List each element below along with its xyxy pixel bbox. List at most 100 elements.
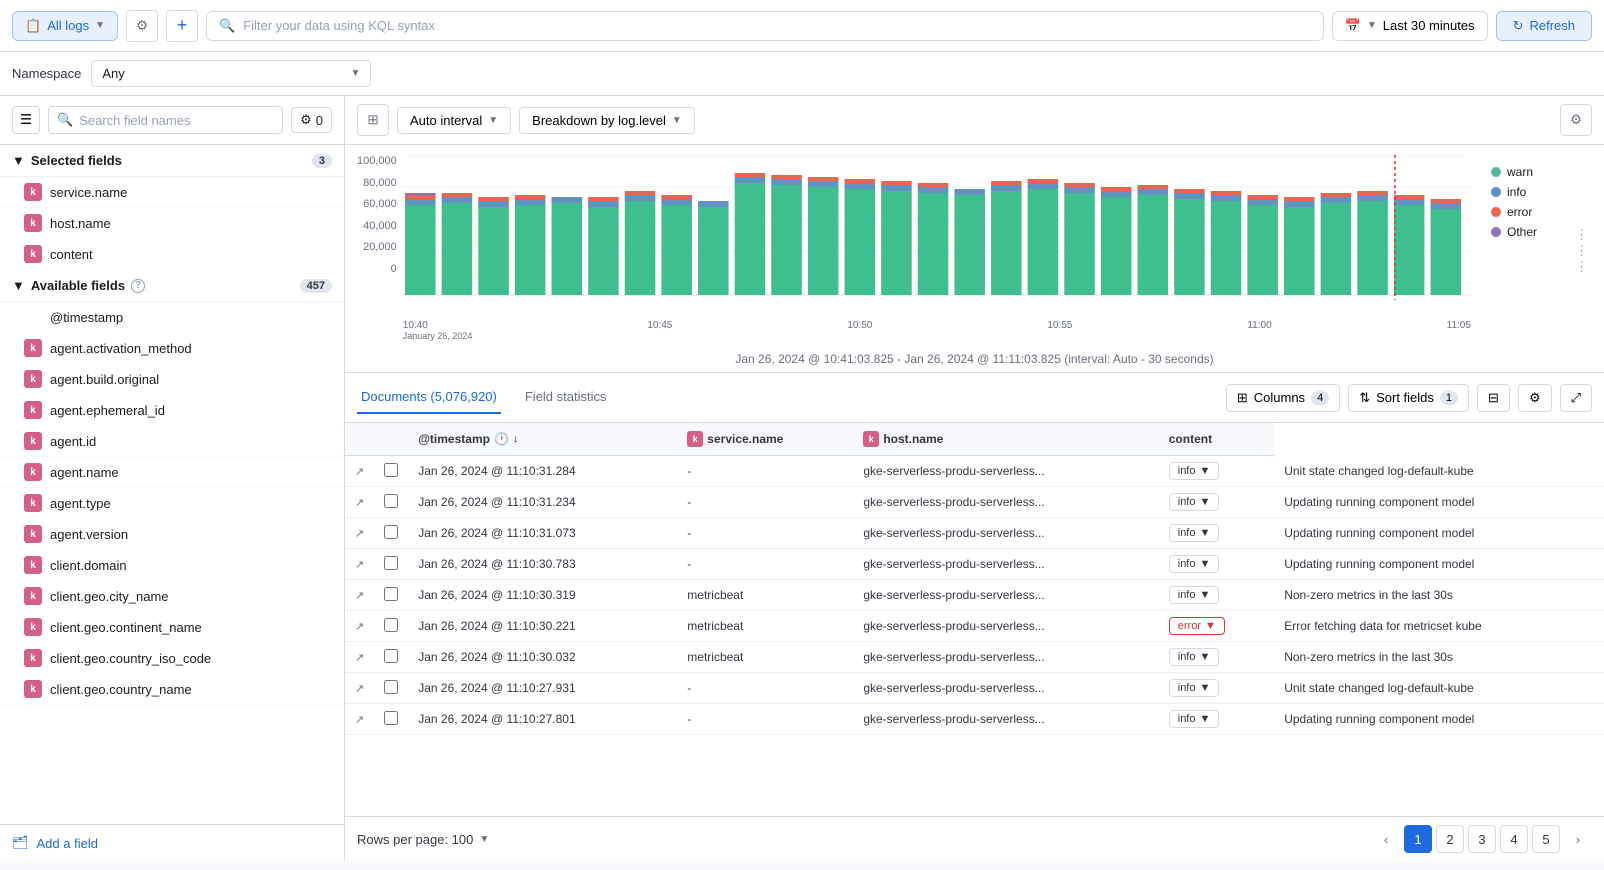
page-5-button[interactable]: 5 [1532,825,1560,853]
row-checkbox[interactable] [384,494,398,508]
available-field-item[interactable]: kclient.geo.city_name [0,581,344,612]
search-field-placeholder: Search field names [79,113,190,128]
sidebar-toggle-button[interactable]: ☰ [12,106,40,134]
table-footer: Rows per page: 100 ▼ ‹ 1 2 3 4 5 › [345,816,1604,861]
selected-field-item[interactable]: kservice.name [0,177,344,208]
available-field-item[interactable]: kclient.domain [0,550,344,581]
field-name: agent.id [50,434,96,449]
log-level-badge[interactable]: info ▼ [1169,493,1220,511]
auto-interval-button[interactable]: Auto interval ▼ [397,107,511,134]
available-field-item[interactable]: 🗓@timestamp [0,302,344,333]
cell-timestamp: Jan 26, 2024 @ 11:10:27.931 [408,673,677,704]
main-layout: ☰ 🔍 Search field names ⚙ 0 ▼ Selected fi… [0,96,1604,861]
row-checkbox[interactable] [384,587,398,601]
expand-icon[interactable]: ↗ [355,497,364,509]
log-level-badge[interactable]: error ▼ [1169,617,1225,635]
row-checkbox[interactable] [384,463,398,477]
keyword-icon: k [24,680,42,698]
time-range-button[interactable]: 📅 ▼ Last 30 minutes [1332,11,1488,41]
cell-host-name: gke-serverless-produ-serverless... [853,611,1158,642]
prev-page-button[interactable]: ‹ [1372,825,1400,853]
breakdown-button[interactable]: Breakdown by log.level ▼ [519,107,695,134]
cell-host-name: gke-serverless-produ-serverless... [853,704,1158,735]
sort-fields-button[interactable]: ⇅ Sort fields 1 [1348,384,1469,412]
th-host-name[interactable]: k host.name [853,423,1158,456]
row-checkbox[interactable] [384,711,398,725]
chart-settings-button[interactable]: ⚙ [1560,104,1592,136]
columns-button[interactable]: ⊞ Columns 4 [1226,384,1340,412]
row-checkbox[interactable] [384,556,398,570]
expand-icon[interactable]: ↗ [355,466,364,478]
expand-icon[interactable]: ↗ [355,714,364,726]
available-fields-section-header[interactable]: ▼ Available fields ? 457 [0,270,344,302]
cell-service-name: - [677,487,853,518]
page-1-button[interactable]: 1 [1404,825,1432,853]
log-level-badge[interactable]: info ▼ [1169,679,1220,697]
available-field-item[interactable]: kclient.geo.continent_name [0,612,344,643]
chart-layout-button[interactable]: ⊞ [357,104,389,136]
selected-fields-section-header[interactable]: ▼ Selected fields 3 [0,145,344,177]
cell-timestamp: Jan 26, 2024 @ 11:10:30.221 [408,611,677,642]
tab-documents[interactable]: Documents (5,076,920) [357,381,501,414]
expand-icon[interactable]: ↗ [355,528,364,540]
rows-per-page-selector[interactable]: Rows per page: 100 ▼ [357,832,489,847]
page-3-button[interactable]: 3 [1468,825,1496,853]
table-row: ↗Jan 26, 2024 @ 11:10:31.073-gke-serverl… [345,518,1604,549]
row-checkbox[interactable] [384,680,398,694]
badge-chevron-icon: ▼ [1200,465,1211,477]
filter-count-button[interactable]: ⚙ 0 [291,107,332,133]
log-level-badge[interactable]: info ▼ [1169,648,1220,666]
available-field-item[interactable]: kclient.geo.country_iso_code [0,643,344,674]
expand-icon[interactable]: ↗ [355,559,364,571]
expand-icon[interactable]: ↗ [355,683,364,695]
clock-icon: 🕐 [494,432,509,446]
cell-log-level: info ▼ [1159,518,1274,549]
row-checkbox[interactable] [384,525,398,539]
add-field-button[interactable]: 🗂 Add a field [0,824,344,861]
log-level-badge[interactable]: info ▼ [1169,586,1220,604]
log-level-badge[interactable]: info ▼ [1169,462,1220,480]
row-checkbox[interactable] [384,618,398,632]
expand-icon[interactable]: ↗ [355,590,364,602]
selected-field-item[interactable]: kcontent [0,239,344,270]
available-field-item[interactable]: kagent.type [0,488,344,519]
expand-icon[interactable]: ↗ [355,652,364,664]
th-service-name[interactable]: k service.name [677,423,853,456]
refresh-button[interactable]: ↻ Refresh [1496,11,1592,41]
available-field-item[interactable]: kagent.ephemeral_id [0,395,344,426]
available-field-item[interactable]: kclient.geo.country_name [0,674,344,705]
settings-button[interactable]: ⚙ [1518,384,1552,412]
fullscreen-button[interactable]: ⤢ [1560,384,1592,412]
log-level-badge[interactable]: info ▼ [1169,524,1220,542]
cell-service-name: metricbeat [677,580,853,611]
cell-host-name: gke-serverless-produ-serverless... [853,580,1158,611]
tab-field-statistics[interactable]: Field statistics [521,381,611,414]
add-button[interactable]: + [166,10,198,42]
table-row: ↗Jan 26, 2024 @ 11:10:30.783-gke-serverl… [345,549,1604,580]
keyword-icon: k [24,339,42,357]
search-field-input[interactable]: 🔍 Search field names [48,106,283,134]
grid-view-button[interactable]: ⊟ [1477,384,1510,412]
filter-button[interactable]: ⚙ [126,10,158,42]
available-field-item[interactable]: kagent.name [0,457,344,488]
page-4-button[interactable]: 4 [1500,825,1528,853]
cell-content: Updating running component model [1274,549,1604,580]
kql-search-box[interactable]: 🔍 Filter your data using KQL syntax [206,11,1324,41]
selected-field-item[interactable]: khost.name [0,208,344,239]
available-field-item[interactable]: kagent.activation_method [0,333,344,364]
all-logs-button[interactable]: 📋 All logs ▼ [12,11,118,41]
th-timestamp[interactable]: @timestamp 🕐 ↓ [408,423,677,456]
available-field-item[interactable]: kagent.id [0,426,344,457]
expand-icon[interactable]: ↗ [355,621,364,633]
next-page-button[interactable]: › [1564,825,1592,853]
th-content[interactable]: content [1159,423,1274,456]
available-field-item[interactable]: kagent.build.original [0,364,344,395]
available-field-item[interactable]: kagent.version [0,519,344,550]
log-level-badge[interactable]: info ▼ [1169,710,1220,728]
page-2-button[interactable]: 2 [1436,825,1464,853]
log-level-badge[interactable]: info ▼ [1169,555,1220,573]
row-checkbox[interactable] [384,649,398,663]
namespace-select[interactable]: Any ▼ [91,60,371,87]
chart-resize-handle[interactable]: ⋮⋮⋮ [1571,155,1592,346]
field-name: client.domain [50,558,127,573]
